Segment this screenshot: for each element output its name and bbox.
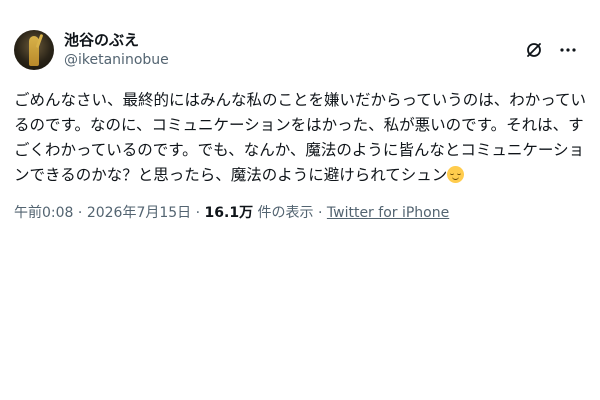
tweet-date[interactable]: 2026年7月15日: [87, 205, 191, 221]
meta-separator: ·: [73, 205, 87, 221]
no-link-icon[interactable]: [524, 40, 544, 60]
meta-separator: ·: [191, 205, 205, 221]
tweet-card: 池谷のぶえ @iketaninobue ごめんなさい、最終的にはみんな私のことを…: [0, 0, 600, 400]
emoji-mouth: [452, 176, 460, 180]
avatar[interactable]: [14, 30, 54, 70]
tweet-meta: 午前0:08 · 2026年7月15日 · 16.1万 件の表示 · Twitt…: [14, 202, 586, 222]
relieved-face-emoji-icon: [447, 166, 465, 183]
tweet-header: 池谷のぶえ @iketaninobue: [14, 28, 586, 72]
tweet-text-content: ごめんなさい、最終的にはみんな私のことを嫌いだからっていうのは、わかっているので…: [14, 91, 586, 184]
header-actions: [524, 40, 586, 60]
views-label: 件の表示: [253, 205, 314, 221]
author-names: 池谷のぶえ @iketaninobue: [64, 30, 169, 70]
display-name[interactable]: 池谷のぶえ: [64, 30, 169, 50]
meta-separator: ·: [313, 205, 327, 221]
views-count: 16.1万: [204, 205, 254, 221]
tweet-time[interactable]: 午前0:08: [14, 205, 73, 221]
user-handle[interactable]: @iketaninobue: [64, 50, 169, 70]
more-icon[interactable]: [558, 40, 578, 60]
source-link[interactable]: Twitter for iPhone: [327, 205, 449, 221]
tweet-text: ごめんなさい、最終的にはみんな私のことを嫌いだからっていうのは、わかっているので…: [14, 88, 586, 188]
